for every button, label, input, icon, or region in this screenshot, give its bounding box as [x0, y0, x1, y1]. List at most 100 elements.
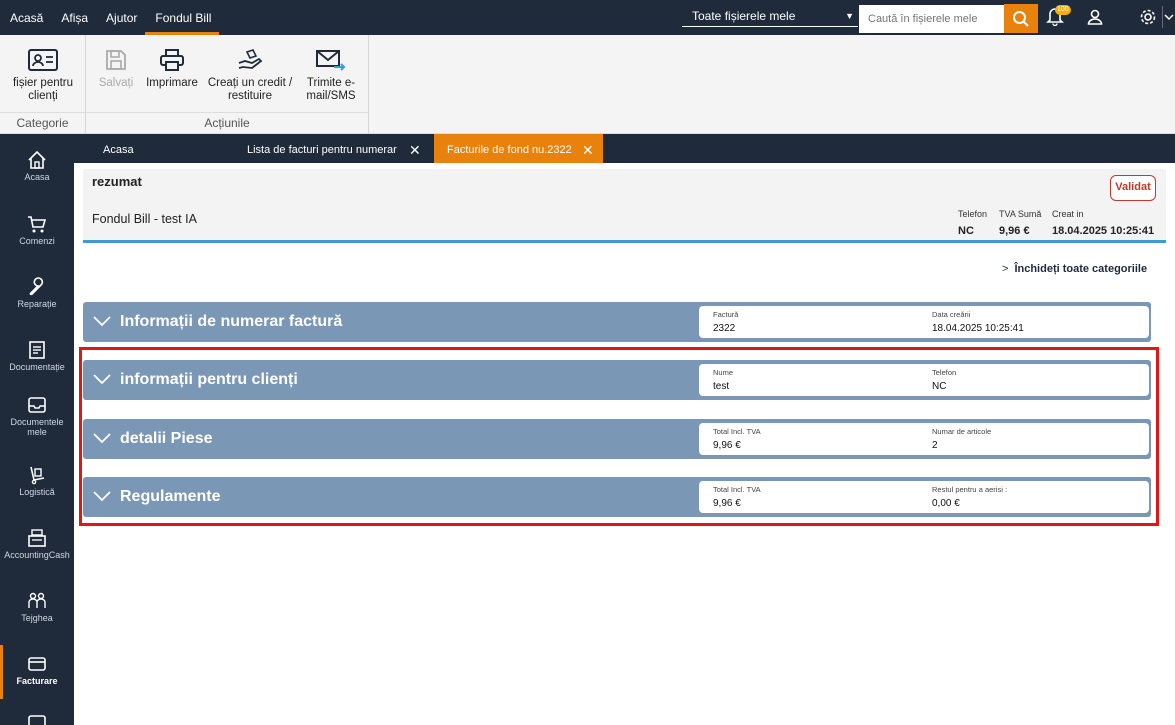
section-info-box: Nume test Telefon NC: [699, 364, 1149, 396]
field-label: Telefon: [932, 368, 957, 377]
create-credit-button[interactable]: Creați un credit / restituire: [206, 49, 294, 103]
cash-register-icon: [28, 529, 46, 547]
summary-created-value: 18.04.2025 10:25:41: [1052, 225, 1155, 237]
sidebar-item-accountingcash[interactable]: AccountingCash: [0, 528, 74, 560]
save-icon: [106, 50, 126, 70]
sidebar-label: Acasa: [24, 172, 50, 182]
section-parts-details[interactable]: detalii Piese Total Incl. TVA 9,96 € Num…: [83, 419, 1151, 459]
sidebar-item-documentatie[interactable]: Documentație: [0, 340, 74, 372]
collapse-all-link[interactable]: > Închideți toate categoriile: [1002, 263, 1147, 275]
nav-afisa[interactable]: Afișa: [51, 0, 96, 35]
sidebar-item-documentele-mele[interactable]: Documentele mele: [0, 395, 74, 437]
search-scope-value: Toate fișierele mele: [692, 9, 796, 23]
tab-cash-invoices-list[interactable]: Lista de facturi pentru numerar ✕: [247, 134, 427, 163]
save-button[interactable]: Salvați: [94, 49, 138, 90]
field-label: Total Incl. TVA: [713, 485, 761, 494]
nav-fondul-bill[interactable]: Fondul Bill: [145, 0, 220, 35]
field-label: Numar de articole: [932, 427, 992, 436]
top-bar: Acasă Afișa Ajutor Fondul Bill Toate fiș…: [0, 0, 1175, 35]
sidebar-item-comenzi[interactable]: Comenzi: [0, 214, 74, 246]
summary-title: rezumat: [92, 174, 142, 189]
client-file-label: fișier pentru clienți: [12, 77, 74, 102]
dolly-icon: [30, 466, 45, 485]
tab-label: Acasa: [103, 144, 134, 156]
nav-acasa[interactable]: Acasă: [0, 0, 51, 35]
field-value: 9,96 €: [713, 498, 741, 509]
nav-ajutor[interactable]: Ajutor: [96, 0, 145, 35]
send-email-sms-button[interactable]: Trimite e-mail/SMS: [298, 49, 364, 103]
inbox-icon: [28, 397, 46, 413]
search-input[interactable]: [859, 5, 1004, 33]
card-icon: [28, 657, 46, 671]
client-file-button[interactable]: fișier pentru clienți: [6, 49, 80, 103]
settings-button[interactable]: [1139, 8, 1157, 29]
sidebar-item-acasa[interactable]: Acasa: [0, 150, 74, 182]
section-regulations[interactable]: Regulamente Total Incl. TVA 9,96 € Restu…: [83, 477, 1151, 517]
summary-vat-value: 9,96 €: [999, 225, 1030, 237]
summary-phone-label: Telefon: [958, 209, 988, 219]
sidebar-item-reparatie[interactable]: Reparație: [0, 277, 74, 309]
chevron-right-icon: >: [1002, 263, 1009, 275]
search-scope-select[interactable]: Toate fișierele mele ▼: [682, 5, 858, 27]
chevron-down-icon: [93, 433, 111, 444]
notifications-button[interactable]: 100: [1046, 5, 1071, 28]
tab-label: Facturile de fond nu.2322: [447, 144, 572, 156]
summary-panel: rezumat Fondul Bill - test IA Validat Te…: [83, 169, 1166, 243]
notification-badge: 100: [1055, 5, 1071, 15]
sidebar-item-tejghea[interactable]: Tejghea: [0, 591, 74, 623]
gear-icon: [1140, 9, 1156, 25]
print-button[interactable]: Imprimare: [144, 49, 200, 90]
field-value: NC: [932, 381, 947, 392]
ribbon: fișier pentru clienți Categorie Salvați …: [0, 35, 1175, 134]
chevron-down-icon: [93, 316, 111, 327]
sidebar-label: AccountingCash: [4, 550, 70, 560]
section-info-box: Total Incl. TVA 9,96 € Restul pentru a a…: [699, 481, 1149, 513]
sidebar-label: Documentație: [9, 362, 65, 372]
chevron-down-icon: [1164, 14, 1174, 21]
validate-button[interactable]: Validat: [1110, 175, 1156, 201]
sidebar-label: Documentele mele: [10, 417, 64, 437]
section-info-box: Total Incl. TVA 9,96 € Numar de articole…: [699, 423, 1149, 455]
section-cash-invoice-info[interactable]: Informații de numerar factură Factură 23…: [83, 302, 1151, 342]
sidebar-item-logistica[interactable]: Logistică: [0, 465, 74, 497]
sidebar-label: Logistică: [19, 487, 55, 497]
field-value: 0,00 €: [932, 498, 960, 509]
section-title: informații pentru clienți: [120, 371, 298, 388]
field-label: Factură: [713, 310, 739, 319]
id-card-icon: [28, 49, 58, 71]
sidebar-item-facturare[interactable]: Facturare: [0, 645, 74, 699]
home-icon: [28, 150, 46, 169]
field-value: 18.04.2025 10:25:41: [932, 323, 1024, 334]
actions-group-label: Acțiunile: [86, 112, 368, 132]
sidebar-item-more[interactable]: [0, 714, 74, 725]
ribbon-group-category: fișier pentru clienți Categorie: [0, 35, 86, 134]
section-title: detalii Piese: [120, 430, 213, 447]
document-icon: [29, 341, 45, 359]
expand-menu-button[interactable]: [1162, 6, 1175, 28]
field-value: 9,96 €: [713, 440, 741, 451]
collapse-all-label: Închideți toate categoriile: [1014, 263, 1148, 275]
summary-created-label: Creat in: [1052, 209, 1084, 219]
section-info-box: Factură 2322 Data creării 18.04.2025 10:…: [699, 306, 1149, 338]
top-navigation: Acasă Afișa Ajutor Fondul Bill: [0, 0, 220, 35]
hand-money-icon: [238, 49, 263, 69]
section-client-info[interactable]: informații pentru clienți Nume test Tele…: [83, 360, 1151, 400]
create-credit-label: Creați un credit / restituire: [207, 77, 293, 102]
field-label: Restul pentru a aerisi :: [932, 485, 1008, 494]
summary-name: Fondul Bill - test IA: [92, 212, 197, 226]
search-button[interactable]: [1004, 4, 1038, 33]
save-label: Salvați: [98, 77, 134, 89]
field-label: Total Incl. TVA: [713, 427, 761, 436]
wrench-icon: [29, 277, 44, 296]
chevron-down-icon: [93, 374, 111, 385]
caret-down-icon: ▼: [845, 11, 854, 21]
cart-icon: [28, 216, 47, 233]
left-sidebar: Acasa Comenzi Reparație Documentație Doc…: [0, 134, 74, 725]
tab-fund-invoice[interactable]: Facturile de fond nu.2322 ✕: [434, 134, 603, 163]
sidebar-label: Comenzi: [19, 236, 55, 246]
user-button[interactable]: [1086, 8, 1104, 29]
tab-label: Lista de facturi pentru numerar: [247, 144, 397, 156]
tab-acasa[interactable]: Acasa: [103, 134, 213, 163]
summary-phone-value: NC: [958, 225, 974, 237]
main-content: rezumat Fondul Bill - test IA Validat Te…: [74, 163, 1175, 725]
